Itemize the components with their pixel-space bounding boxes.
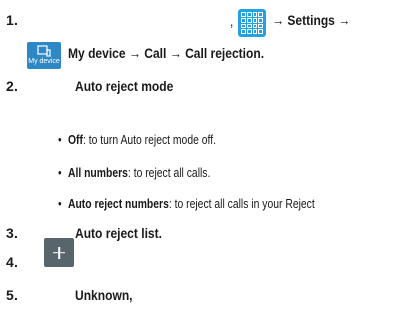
bullet-item-off: • Off: to turn Auto reject mode off. [58,133,216,147]
device-glyph-icon [37,45,51,57]
bullet-item-all-numbers: • All numbers: to reject all calls. [58,166,210,180]
step-number-4: 4. [6,254,19,270]
bullet-term-all-numbers: All numbers [67,166,128,180]
step-1-path: My device → Call → Call rejection. [68,45,265,61]
top-heading-fragment [4,0,74,5]
apps-grid-icon [238,9,266,37]
bullet-dot-1: • [58,133,62,147]
step-3-label: Auto reject list. [75,225,162,241]
step-number-2: 2. [6,78,19,94]
bullet-desc-all-numbers: : to reject all calls. [127,166,211,180]
bullet-term-off: Off [67,133,83,147]
step-number-1: 1. [6,12,19,28]
step-number-3: 3. [6,225,19,241]
step-2-label: Auto reject mode [75,78,174,94]
bullet-desc-auto-reject-numbers: : to reject all calls in your Reject [168,197,315,211]
bullet-desc-off: : to turn Auto reject mode off. [82,133,216,147]
bullet-item-auto-reject-numbers: • Auto reject numbers: to reject all call… [58,197,315,211]
my-device-icon: My device [27,42,61,69]
bullet-dot-3: • [58,197,62,211]
step-number-5: 5. [6,287,19,303]
step-1-comma: , [230,13,234,29]
my-device-caption: My device [28,58,60,65]
bullet-term-auto-reject-numbers: Auto reject numbers [67,197,169,211]
step-1-settings-arrow: → Settings → [272,12,351,28]
plus-icon [44,238,74,267]
bullet-dot-2: • [58,166,62,180]
step-5-label: Unknown, [75,287,133,303]
